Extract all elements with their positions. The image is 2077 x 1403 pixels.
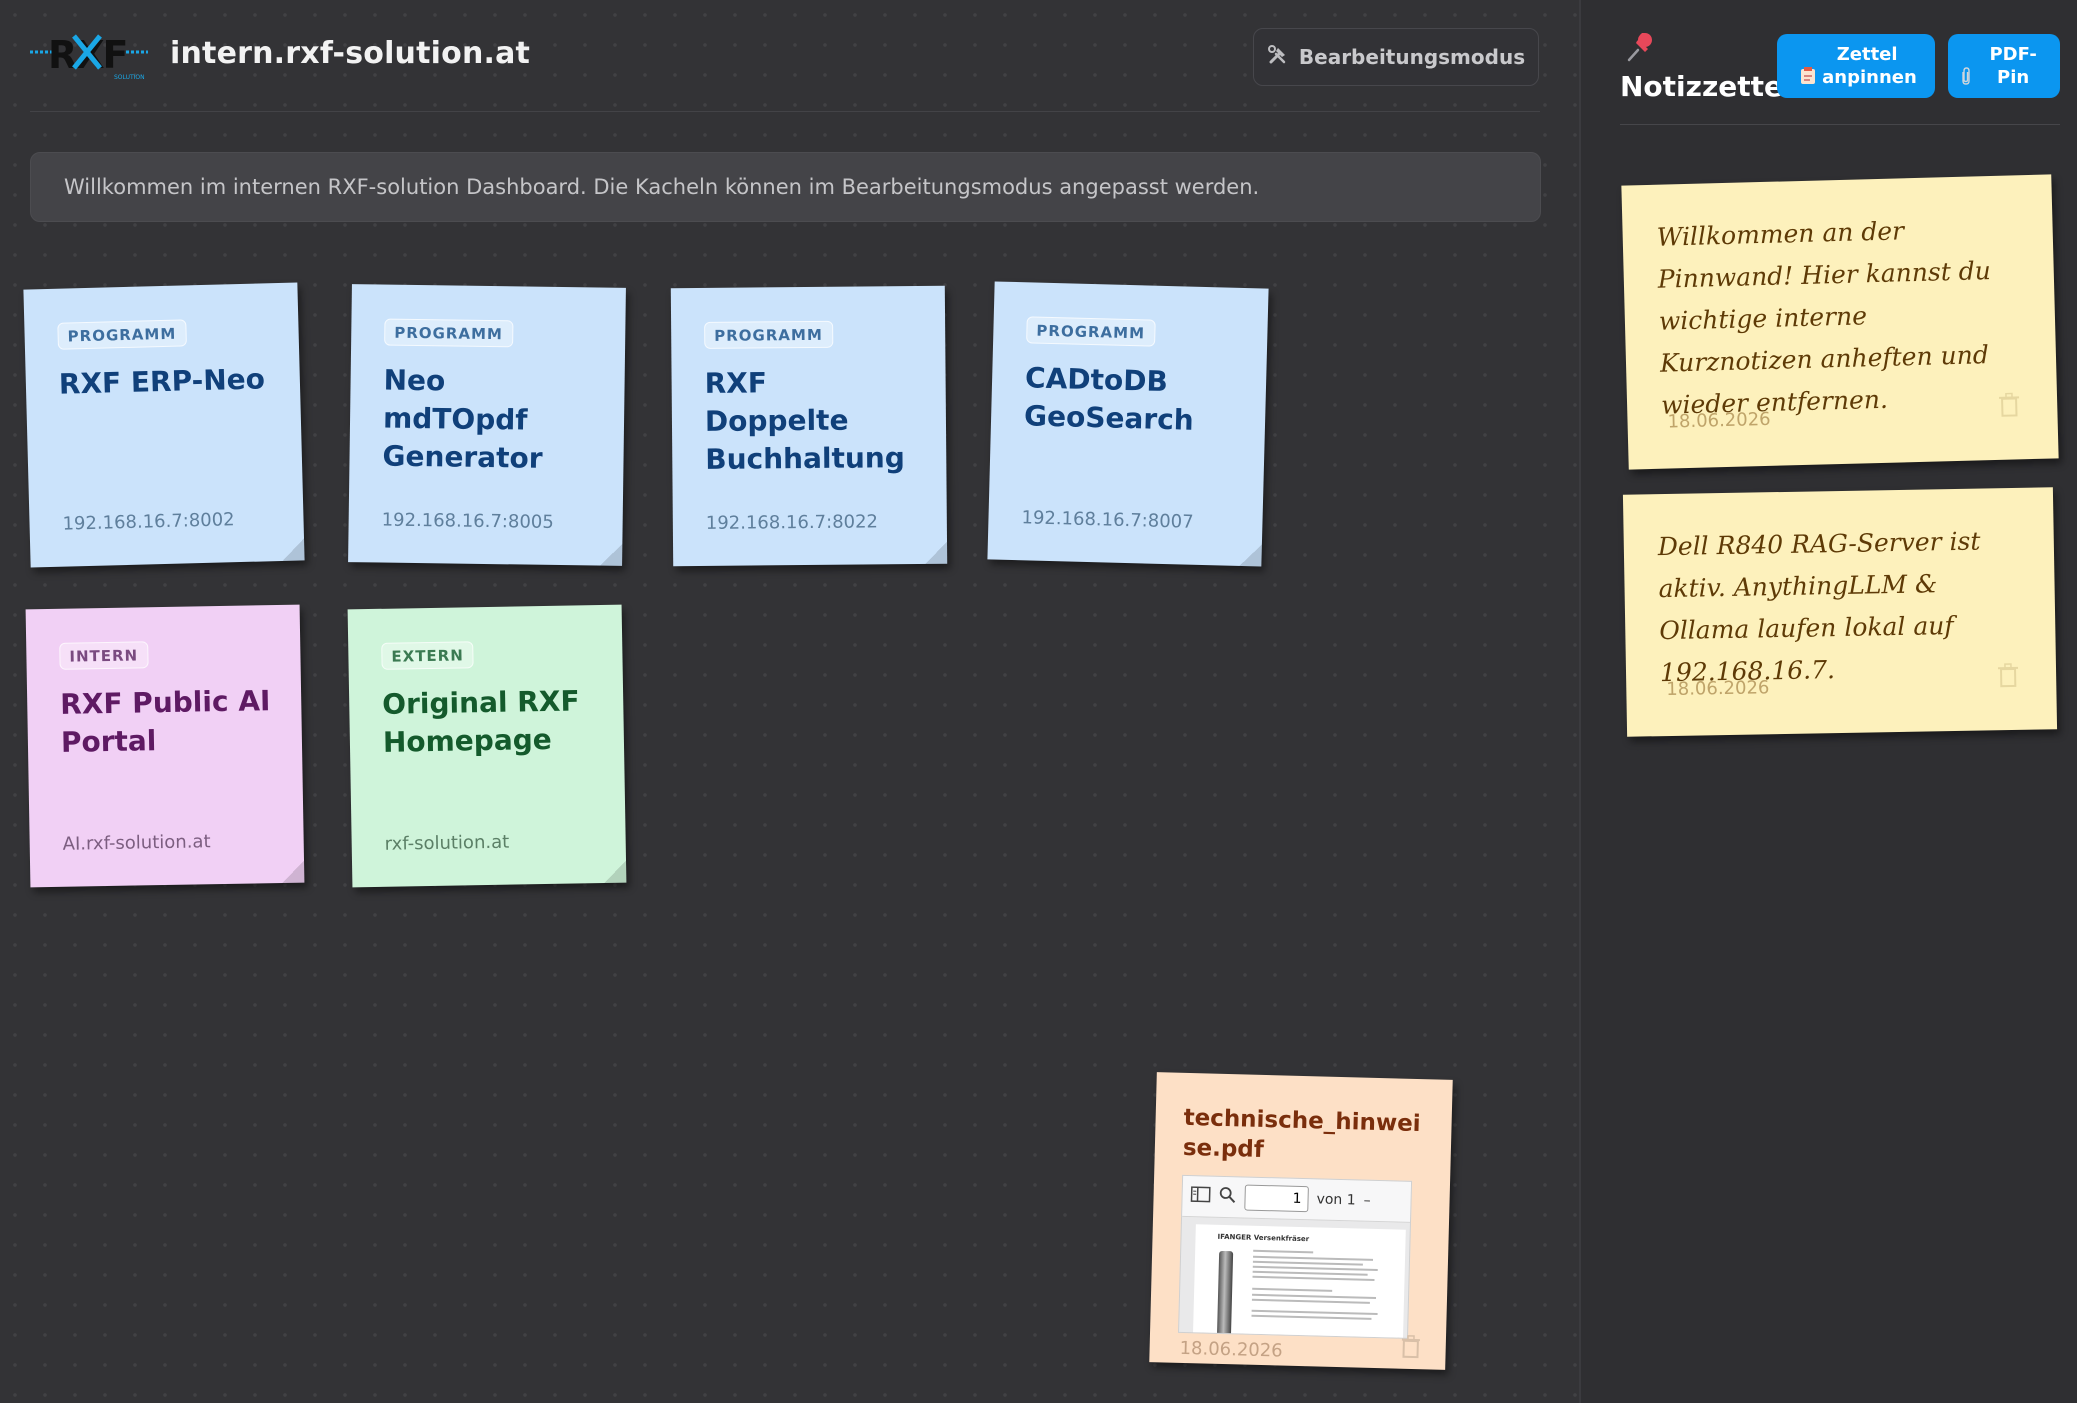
tile-title: Neo mdTOpdf Generator xyxy=(382,363,543,475)
pdf-toolbar: von 1 – xyxy=(1182,1175,1412,1223)
page-total: von 1 xyxy=(1316,1191,1356,1209)
pdf-note-date: 18.06.2026 xyxy=(1179,1337,1283,1362)
tile-address: AI.rxf-solution.at xyxy=(62,831,211,855)
sticky-note[interactable]: Willkommen an der Pinnwand! Hier kannst … xyxy=(1621,174,2059,470)
sticky-note-text: Willkommen an der Pinnwand! Hier kannst … xyxy=(1656,216,1992,420)
tile-title: RXF Doppelte Buchhaltung xyxy=(704,366,905,476)
sidebar-toggle-icon[interactable] xyxy=(1190,1186,1211,1207)
welcome-text: Willkommen im internen RXF-solution Dash… xyxy=(64,175,1260,199)
tile-rxf-doppelte-buchhaltung[interactable]: PROGRAMM RXF Doppelte Buchhaltung 192.16… xyxy=(670,285,948,567)
tile-badge: PROGRAMM xyxy=(704,320,833,349)
note-icon xyxy=(1800,67,1822,88)
pdf-page-preview: IFANGER Versenkfräser xyxy=(1192,1224,1406,1339)
site-title: intern.rxf-solution.at xyxy=(170,36,531,71)
pushpin-icon xyxy=(1625,32,1655,67)
tile-title: Original RXF Homepage xyxy=(381,684,580,759)
sticky-note[interactable]: Dell R840 RAG-Server ist aktiv. Anything… xyxy=(1622,487,2058,737)
tile-cadtodb-geosearch[interactable]: PROGRAMM CADtoDB GeoSearch 192.168.16.7:… xyxy=(987,281,1269,567)
tile-badge: EXTERN xyxy=(381,641,475,670)
tools-icon xyxy=(1267,44,1289,71)
tile-address: 192.168.16.7:8002 xyxy=(62,509,235,535)
pdf-pin-label: PDF-Pin xyxy=(1989,44,2037,88)
dashboard-main: RXF SOLUTION intern.rxf-solution.at Bear… xyxy=(0,0,1579,1403)
trash-icon[interactable] xyxy=(1996,662,2021,692)
tile-address: rxf-solution.at xyxy=(384,831,510,855)
pdf-note-title: technische_hinweise.pdf xyxy=(1182,1104,1421,1163)
pin-note-label: Zettel anpinnen xyxy=(1822,44,1917,88)
tile-badge: PROGRAMM xyxy=(57,319,187,350)
pdf-note[interactable]: technische_hinweise.pdf von 1 – IFANGER … xyxy=(1149,1072,1453,1370)
trash-icon[interactable] xyxy=(1399,1335,1422,1364)
sticky-note-date: 18.06.2026 xyxy=(1666,677,1770,701)
countersink-tool-image xyxy=(1216,1250,1234,1339)
tile-badge: PROGRAMM xyxy=(1026,316,1156,347)
edit-mode-button[interactable]: Bearbeitungsmodus xyxy=(1253,28,1539,86)
tile-rxf-public-ai-portal[interactable]: INTERN RXF Public AI Portal AI.rxf-solut… xyxy=(25,604,305,888)
header-divider xyxy=(30,111,1540,112)
trash-icon[interactable] xyxy=(1997,391,2022,422)
tile-title: CADtoDB GeoSearch xyxy=(1023,361,1195,437)
tile-original-rxf-homepage[interactable]: EXTERN Original RXF Homepage rxf-solutio… xyxy=(347,604,627,888)
page-number-input[interactable] xyxy=(1244,1184,1309,1213)
tile-title: RXF Public AI Portal xyxy=(59,684,271,759)
tile-badge: PROGRAMM xyxy=(384,318,514,348)
tile-address: 192.168.16.7:8007 xyxy=(1021,507,1194,533)
tile-badge: INTERN xyxy=(59,641,149,670)
pin-note-button[interactable]: Zettel anpinnen xyxy=(1777,34,1935,98)
sidebar-divider xyxy=(1620,124,2060,125)
sticky-note-date: 18.06.2026 xyxy=(1667,408,1771,433)
tile-title: RXF ERP-Neo xyxy=(58,362,266,401)
paperclip-icon xyxy=(1960,67,1978,88)
pdf-pin-button[interactable]: PDF-Pin xyxy=(1948,34,2060,98)
sticky-note-text: Dell R840 RAG-Server ist aktiv. Anything… xyxy=(1657,526,1981,688)
search-icon[interactable] xyxy=(1218,1186,1237,1208)
pdf-doc-heading: IFANGER Versenkfräser xyxy=(1217,1232,1310,1244)
rxf-logo[interactable]: RXF SOLUTION xyxy=(30,30,148,82)
sidebar-title: Notizzettel xyxy=(1620,70,1793,103)
tile-neo-mdtopdf-generator[interactable]: PROGRAMM Neo mdTOpdf Generator 192.168.1… xyxy=(348,284,626,566)
tile-address: 192.168.16.7:8005 xyxy=(381,509,554,533)
zoom-out-icon[interactable]: – xyxy=(1363,1193,1370,1209)
tile-address: 192.168.16.7:8022 xyxy=(705,511,879,534)
tile-rxf-erp-neo[interactable]: PROGRAMM RXF ERP-Neo 192.168.16.7:8002 xyxy=(23,282,305,568)
welcome-banner: Willkommen im internen RXF-solution Dash… xyxy=(30,152,1541,222)
edit-mode-label: Bearbeitungsmodus xyxy=(1298,45,1526,69)
logo-subtext: SOLUTION xyxy=(114,74,145,81)
pdf-viewer[interactable]: von 1 – IFANGER Versenkfräser xyxy=(1178,1174,1413,1339)
